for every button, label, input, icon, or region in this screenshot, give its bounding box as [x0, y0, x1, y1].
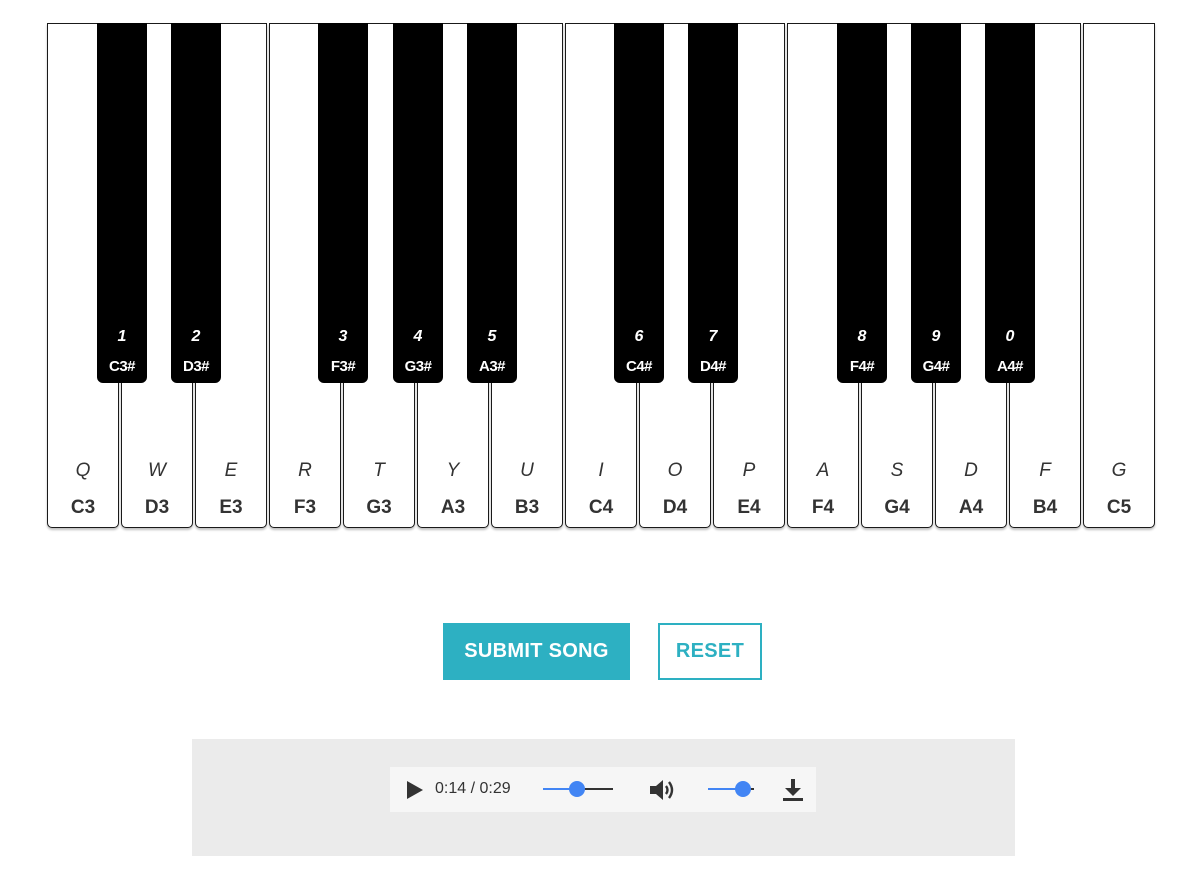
black-key[interactable]: 5 A3#: [467, 23, 517, 383]
key-shortcut: W: [148, 460, 166, 481]
playback-time: 0:14 / 0:29: [435, 780, 511, 797]
key-shortcut: F: [1039, 460, 1051, 481]
seek-thumb[interactable]: [569, 781, 585, 797]
note-label: E3: [219, 497, 243, 518]
volume-slider[interactable]: [708, 781, 754, 797]
key-shortcut: A: [816, 460, 830, 481]
download-icon[interactable]: [782, 778, 804, 802]
key-shortcut: O: [667, 460, 683, 481]
key-shortcut: 3: [338, 328, 348, 345]
key-shortcut: 1: [117, 328, 127, 345]
note-label: C4: [588, 497, 614, 518]
note-label: C3: [70, 497, 96, 518]
volume-icon[interactable]: [648, 778, 676, 802]
key-shortcut: T: [373, 460, 385, 481]
black-key[interactable]: 0 A4#: [985, 23, 1035, 383]
key-shortcut: 8: [857, 328, 867, 345]
black-key[interactable]: 8 F4#: [837, 23, 887, 383]
submit-song-button[interactable]: SUBMIT SONG: [443, 623, 630, 680]
key-shortcut: 6: [634, 328, 644, 345]
note-label: A3#: [478, 358, 506, 375]
black-key[interactable]: 9 G4#: [911, 23, 961, 383]
note-label: D4: [662, 497, 688, 518]
key-shortcut: Y: [446, 460, 460, 481]
audio-player: 0:14 / 0:29: [390, 767, 816, 812]
note-label: B3: [514, 497, 540, 518]
note-label: G3: [366, 497, 392, 518]
key-shortcut: R: [298, 460, 312, 481]
note-label: D4#: [699, 358, 727, 375]
key-shortcut: 2: [191, 328, 201, 345]
note-label: F4#: [849, 358, 875, 375]
note-label: D3#: [182, 358, 210, 375]
key-shortcut: P: [742, 460, 756, 481]
key-shortcut: D: [964, 460, 978, 481]
note-label: F4: [811, 497, 835, 518]
key-shortcut: Q: [75, 460, 91, 481]
key-shortcut: G: [1111, 460, 1127, 481]
reset-button[interactable]: RESET: [658, 623, 762, 680]
note-label: C3#: [108, 358, 136, 375]
white-key[interactable]: G C5: [1083, 23, 1155, 528]
note-label: A3: [440, 497, 466, 518]
note-label: F3: [293, 497, 317, 518]
key-shortcut: I: [598, 460, 604, 481]
black-key[interactable]: 1 C3#: [97, 23, 147, 383]
note-label: E4: [737, 497, 761, 518]
note-label: G3#: [404, 358, 432, 375]
key-shortcut: U: [520, 460, 534, 481]
note-label: C4#: [625, 358, 653, 375]
key-shortcut: E: [224, 460, 238, 481]
play-icon[interactable]: [404, 780, 424, 800]
black-key[interactable]: 7 D4#: [688, 23, 738, 383]
note-label: F3#: [330, 358, 356, 375]
note-label: G4: [884, 497, 910, 518]
black-key[interactable]: 3 F3#: [318, 23, 368, 383]
black-key[interactable]: 2 D3#: [171, 23, 221, 383]
note-label: G4#: [922, 358, 950, 375]
key-shortcut: 4: [413, 328, 423, 345]
key-shortcut: 0: [1005, 328, 1015, 345]
black-key[interactable]: 4 G3#: [393, 23, 443, 383]
volume-thumb[interactable]: [735, 781, 751, 797]
note-label: C5: [1106, 497, 1132, 518]
note-label: A4: [958, 497, 984, 518]
black-key[interactable]: 6 C4#: [614, 23, 664, 383]
seek-slider[interactable]: [543, 781, 613, 797]
audio-panel: 0:14 / 0:29: [192, 739, 1015, 856]
key-shortcut: 9: [931, 328, 941, 345]
key-shortcut: 7: [708, 328, 718, 345]
note-label: A4#: [996, 358, 1024, 375]
piano-keyboard: Q C3 W D3 E E3 R F3 T G3 Y A3 U B3 I C4 O D4 P E4 …: [47, 23, 1158, 530]
note-label: D3: [144, 497, 170, 518]
note-label: B4: [1032, 497, 1058, 518]
key-shortcut: 5: [487, 328, 497, 345]
key-shortcut: S: [890, 460, 904, 481]
